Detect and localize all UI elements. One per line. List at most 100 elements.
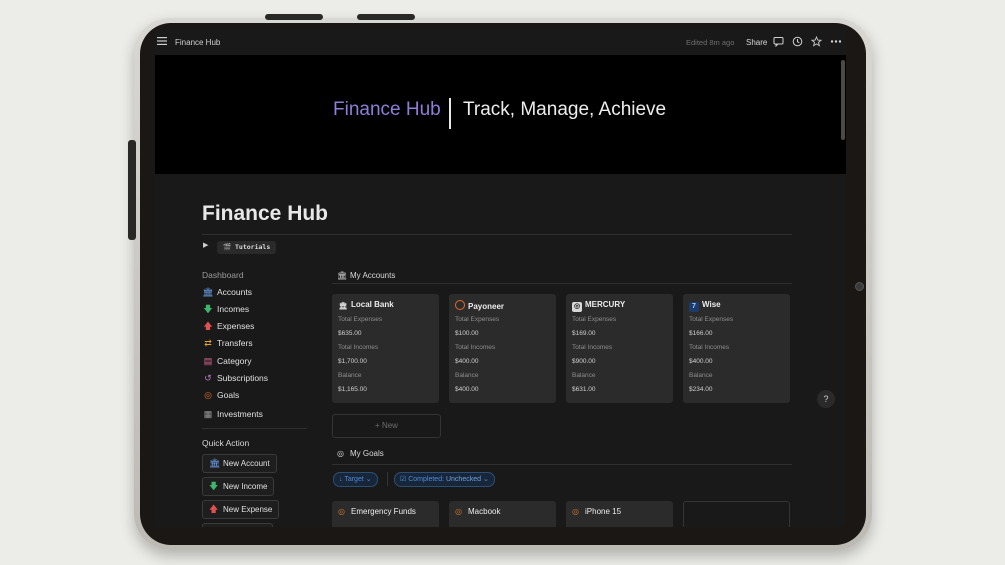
filter-completed[interactable]: ☑ Completed: Unchecked ⌄	[394, 472, 495, 487]
my-goals-heading: ◎ My Goals	[337, 449, 384, 458]
balance-label: Balance	[572, 372, 596, 379]
filter-separator	[387, 472, 388, 486]
total-expenses-value: $100.00	[455, 330, 479, 337]
filter-target-label: Target	[344, 476, 364, 483]
comment-icon[interactable]	[773, 36, 784, 47]
total-expenses-label: Total Expenses	[338, 316, 383, 323]
help-button[interactable]: ?	[817, 390, 835, 408]
checkbox-icon: ☑	[400, 476, 409, 483]
inbox-icon: ▤	[203, 356, 213, 366]
goal-card-emergency-funds[interactable]: ◎ Emergency Funds	[332, 501, 439, 527]
goal-card-iphone-15[interactable]: ◎ iPhone 15	[566, 501, 673, 527]
arrow-down-icon: 🡇	[209, 481, 219, 491]
bank-icon: 🏛	[337, 271, 348, 280]
my-accounts-label: My Accounts	[350, 271, 396, 280]
account-name: ◎ MERCURY	[572, 300, 625, 312]
goal-card-empty[interactable]	[683, 501, 790, 527]
account-name-text: MERCURY	[585, 300, 626, 309]
my-accounts-heading: 🏛 My Accounts	[337, 271, 395, 280]
new-account-button[interactable]: 🏛 New Account	[202, 454, 277, 473]
sidebar-item-accounts[interactable]: 🏛 Accounts	[202, 285, 252, 299]
account-name: 🏛 Local Bank	[338, 300, 394, 312]
star-icon[interactable]	[811, 36, 822, 47]
account-card-wise[interactable]: 7 Wise Total Expenses $166.00 Total Incom…	[683, 294, 790, 403]
target-icon: ◎	[338, 507, 345, 516]
goal-name: ◎ Emergency Funds	[338, 507, 416, 516]
bank-icon: 🏛	[209, 458, 221, 468]
hamburger-menu-icon[interactable]	[157, 36, 167, 46]
sidebar-item-label: Incomes	[217, 304, 250, 314]
tutorials-toggle[interactable]: 🎬 Tutorials	[217, 241, 277, 254]
more-options-icon[interactable]	[830, 36, 842, 47]
chevron-down-icon: ⌄	[363, 476, 372, 483]
balance-label: Balance	[338, 372, 362, 379]
total-expenses-value: $169.00	[572, 330, 596, 337]
top-bar: Finance Hub Edited 8m ago Share	[155, 30, 846, 55]
sidebar-item-investments[interactable]: ▦ Investments	[202, 407, 263, 421]
balance-label: Balance	[689, 372, 713, 379]
filter-completed-label: Completed:	[408, 476, 445, 483]
clock-icon[interactable]	[792, 36, 803, 47]
my-goals-label: My Goals	[350, 449, 384, 458]
share-button[interactable]: Share	[746, 38, 767, 47]
sidebar-item-goals[interactable]: ◎ Goals	[202, 388, 239, 402]
new-expense-label: New Expense	[223, 505, 273, 514]
balance-value: $234.00	[689, 386, 713, 393]
new-account-label: New Account	[223, 459, 270, 468]
chevron-down-icon: ⌄	[481, 476, 489, 483]
account-card-mercury[interactable]: ◎ MERCURY Total Expenses $169.00 Total In…	[566, 294, 673, 403]
account-card-payoneer[interactable]: Payoneer Total Expenses $100.00 Total In…	[449, 294, 556, 403]
arrow-up-icon: 🡅	[209, 504, 219, 514]
goal-name-text: Macbook	[468, 507, 501, 516]
new-income-button[interactable]: 🡇 New Income	[202, 477, 275, 496]
mercury-logo-icon: ◎	[572, 302, 582, 312]
sidebar-item-label: Expenses	[217, 321, 255, 331]
goal-name: ◎ Macbook	[455, 507, 500, 516]
sidebar-item-label: Category	[217, 356, 252, 366]
goal-card-macbook[interactable]: ◎ Macbook	[449, 501, 556, 527]
account-name-text: Local Bank	[351, 300, 394, 309]
target-icon: ◎	[337, 449, 344, 458]
transfer-icon: ⇄	[204, 338, 212, 348]
account-card-local-bank[interactable]: 🏛 Local Bank Total Expenses $635.00 Total…	[332, 294, 439, 403]
sidebar-item-subscriptions[interactable]: ↺ Subscriptions	[202, 371, 268, 385]
cover-brand: Finance Hub	[333, 99, 441, 120]
payoneer-logo-icon	[455, 300, 465, 310]
sidebar-item-expenses[interactable]: 🡅 Expenses	[202, 319, 254, 333]
quick-action-partial[interactable]	[202, 523, 273, 527]
accounts-divider	[332, 283, 792, 284]
goal-name-text: Emergency Funds	[351, 507, 416, 516]
account-name: 7 Wise	[689, 300, 721, 312]
arrow-up-icon: 🡅	[203, 321, 213, 331]
toggle-triangle-icon[interactable]: ▶	[203, 241, 208, 249]
dashboard-heading: Dashboard	[202, 270, 244, 280]
volume-button-top	[265, 14, 323, 20]
goal-name: ◎ iPhone 15	[572, 507, 621, 516]
sidebar-item-transfers[interactable]: ⇄ Transfers	[202, 336, 252, 350]
scrollbar[interactable]	[841, 60, 845, 140]
bank-icon: 🏛	[202, 287, 214, 297]
breadcrumb-title[interactable]: Finance Hub	[175, 38, 220, 47]
sidebar-divider	[202, 428, 307, 429]
total-expenses-label: Total Expenses	[572, 316, 617, 323]
new-label: New	[381, 421, 398, 430]
total-incomes-label: Total Incomes	[572, 344, 613, 351]
total-incomes-value: $900.00	[572, 358, 596, 365]
refresh-icon: ↺	[204, 373, 212, 383]
balance-value: $1,165.00	[338, 386, 367, 393]
account-name-text: Wise	[702, 300, 721, 309]
filter-target[interactable]: ↓ Target ⌄	[333, 472, 378, 487]
total-incomes-value: $400.00	[689, 358, 713, 365]
goals-divider	[332, 464, 792, 465]
total-incomes-label: Total Incomes	[689, 344, 730, 351]
new-expense-button[interactable]: 🡅 New Expense	[202, 500, 280, 519]
notion-screen: Finance Hub Edited 8m ago Share Finance …	[155, 30, 846, 527]
sidebar-item-category[interactable]: ▤ Category	[202, 354, 252, 368]
total-expenses-label: Total Expenses	[689, 316, 734, 323]
total-expenses-value: $166.00	[689, 330, 713, 337]
new-account-row-button[interactable]: + New	[332, 414, 441, 438]
total-expenses-label: Total Expenses	[455, 316, 500, 323]
balance-label: Balance	[455, 372, 479, 379]
sidebar-item-incomes[interactable]: 🡇 Incomes	[202, 302, 249, 316]
total-incomes-label: Total Incomes	[455, 344, 496, 351]
